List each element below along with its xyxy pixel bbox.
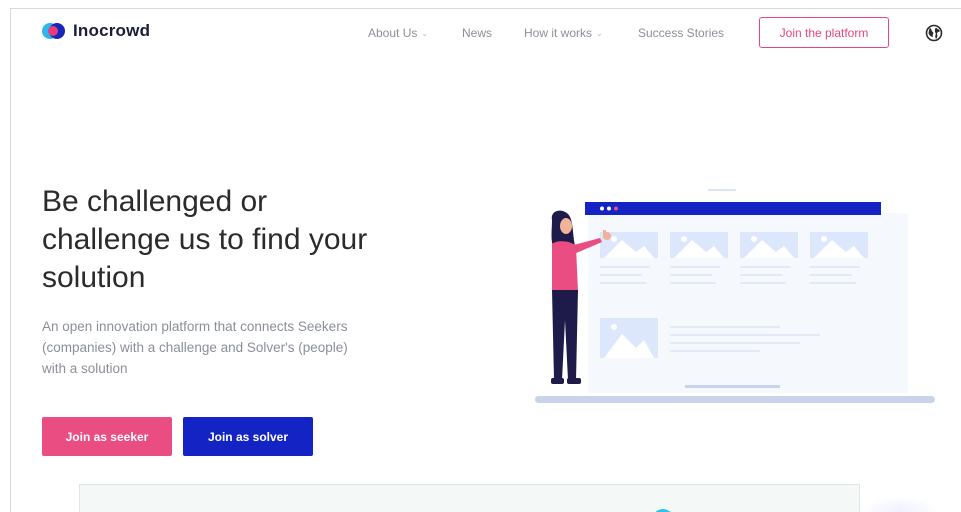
nav-news[interactable]: News <box>462 26 492 40</box>
window-left-border <box>10 8 11 512</box>
hero-title: Be challenged or challenge us to find yo… <box>42 185 368 294</box>
hero-subtitle: An open innovation platform that connect… <box>42 319 348 376</box>
nav-how-it-works-label: How it works <box>524 26 593 40</box>
brand-logo[interactable]: Inocrowd <box>42 21 150 41</box>
nav-success-stories-label: Success Stories <box>638 26 725 40</box>
nav-news-label: News <box>462 26 493 40</box>
logo-icon <box>42 23 66 39</box>
decorative-glow <box>860 496 940 512</box>
nav-success-stories[interactable]: Success Stories <box>638 26 724 40</box>
nav-about-us[interactable]: About Us ⌄ <box>368 26 428 40</box>
partner-logos-strip <box>79 484 860 512</box>
nav-about-us-label: About Us <box>368 26 418 40</box>
brand-name: Inocrowd <box>73 21 151 40</box>
chevron-down-icon: ⌄ <box>596 28 603 38</box>
join-platform-button[interactable]: Join the platform <box>759 17 889 48</box>
hero-illustration <box>535 189 935 403</box>
join-as-seeker-button[interactable]: Join as seeker <box>42 417 172 456</box>
window-top-border <box>10 8 961 9</box>
nav-how-it-works[interactable]: How it works ⌄ <box>524 26 603 40</box>
join-as-solver-button[interactable]: Join as solver <box>183 417 313 456</box>
chevron-down-icon: ⌄ <box>421 28 429 38</box>
globe-icon[interactable] <box>925 24 943 42</box>
